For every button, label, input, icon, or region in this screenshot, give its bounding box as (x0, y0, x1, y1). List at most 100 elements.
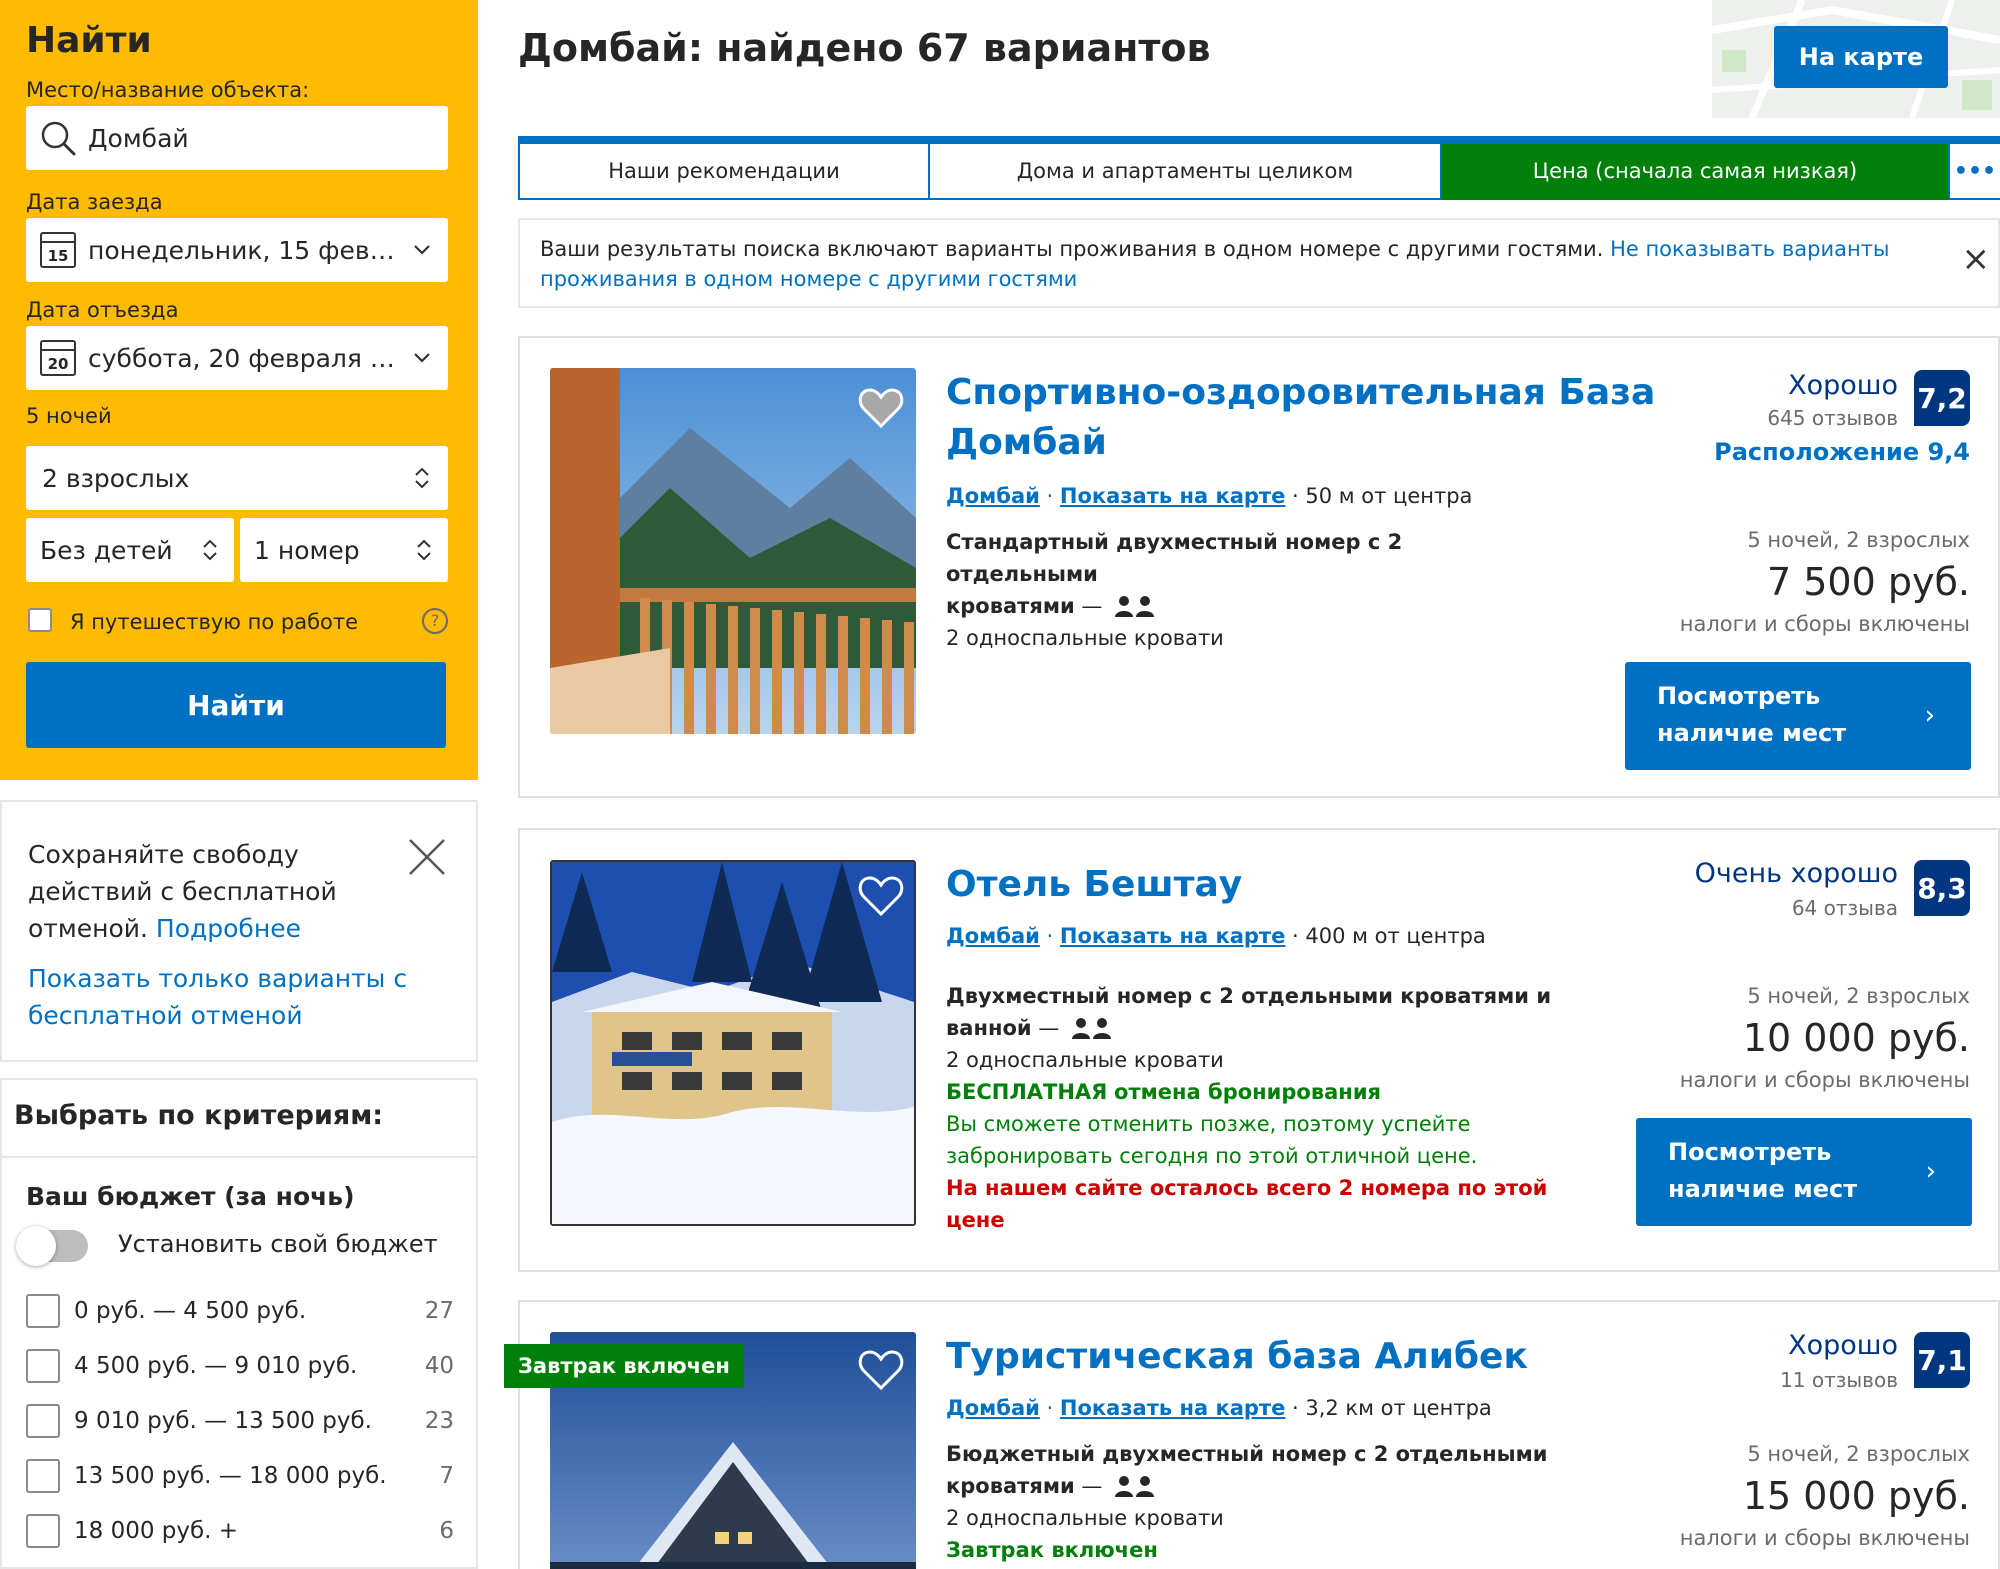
tax-note: налоги и сборы включены (1679, 1068, 1970, 1092)
review-score-word: Очень хорошо (1694, 858, 1898, 889)
checkin-label: Дата заезда (26, 190, 163, 214)
budget-range-label: 9 010 руб. — 13 500 руб. (74, 1408, 372, 1434)
budget-checkbox[interactable] (26, 1514, 60, 1548)
heart-icon[interactable] (856, 1344, 906, 1394)
budget-range-item[interactable]: 13 500 руб. — 18 000 руб. 7 (24, 1455, 454, 1510)
hotel-location: Домбай · Показать на карте · 3,2 км от ц… (946, 1396, 1492, 1420)
budget-checkbox[interactable] (26, 1459, 60, 1493)
room-name: Стандартный двухместный номер с 2 отдель… (946, 530, 1403, 586)
show-on-map-link[interactable]: Показать на карте (1060, 924, 1285, 948)
promo-more-link[interactable]: Подробнее (156, 914, 301, 943)
tab-price-lowest[interactable]: Цена (сначала самая низкая) (1442, 144, 1950, 200)
tab-whole-homes[interactable]: Дома и апартаменты целиком (930, 144, 1442, 200)
tab-recommended[interactable]: Наши рекомендации (520, 144, 930, 200)
search-submit-button[interactable]: Найти (26, 662, 446, 748)
distance-text: 50 м от центра (1305, 484, 1473, 508)
see-availability-button[interactable]: Посмотреть наличие мест › (1625, 662, 1971, 770)
close-icon[interactable]: × (1962, 242, 1991, 276)
budget-range-count: 6 (439, 1518, 454, 1544)
close-icon[interactable] (406, 836, 448, 878)
page-title: Домбай: найдено 67 вариантов (518, 26, 1211, 70)
beds-info: 2 односпальные кровати (946, 1048, 1224, 1072)
filters-panel: Выбрать по критериям: Ваш бюджет (за ноч… (0, 1078, 478, 1569)
shared-rooms-notice: Ваши результаты поиска включают варианты… (518, 218, 2000, 308)
hotel-card: Спортивно-оздоровительная База Домбай До… (518, 336, 2000, 798)
show-on-map-link[interactable]: Показать на карте (1060, 1396, 1285, 1420)
room-name: Двухместный номер с 2 отдельными кроватя… (946, 984, 1552, 1008)
budget-range-label: 18 000 руб. + (74, 1518, 239, 1544)
beds-info: 2 односпальные кровати (946, 626, 1224, 650)
custom-budget-label: Установить свой бюджет (118, 1230, 438, 1258)
show-on-map-button[interactable]: На карте (1774, 26, 1948, 88)
budget-range-list: 0 руб. — 4 500 руб. 27 4 500 руб. — 9 01… (24, 1290, 454, 1565)
notice-hide-link[interactable]: Не показывать (1610, 237, 1775, 261)
review-score-badge[interactable]: 7,1 (1914, 1332, 1970, 1388)
budget-checkbox[interactable] (26, 1349, 60, 1383)
rooms-value: 1 номер (254, 535, 360, 565)
tab-more[interactable]: ••• (1950, 144, 2000, 200)
price: 15 000 руб. (1742, 1474, 1970, 1518)
location-score: Расположение 9,4 (1714, 438, 1970, 466)
hotel-card: Завтрак включен Туристическая база Алибе… (504, 1300, 2000, 1569)
city-link[interactable]: Домбай (946, 924, 1040, 948)
updown-icon (415, 467, 429, 489)
search-box: Найти Место/название объекта: Домбай Дат… (0, 0, 478, 780)
city-link[interactable]: Домбай (946, 1396, 1040, 1420)
updown-icon (203, 539, 217, 561)
room-name-continued: кроватями (946, 1474, 1075, 1498)
price: 7 500 руб. (1767, 560, 1970, 604)
rooms-select[interactable]: 1 номер (240, 518, 448, 582)
room-name: Бюджетный двухместный номер с 2 отдельны… (946, 1442, 1548, 1466)
stay-summary: 5 ночей, 2 взрослых (1747, 984, 1970, 1008)
heart-icon[interactable] (856, 382, 906, 432)
calendar-icon: 20 (40, 340, 76, 376)
hotel-name[interactable]: Отель Бештау (946, 860, 1242, 910)
room-info: Двухместный номер с 2 отдельными кроватя… (946, 980, 1566, 1236)
two-persons-icon (1072, 1018, 1111, 1039)
notice-text: Ваши результаты поиска включают варианты… (540, 237, 1604, 261)
children-value: Без детей (40, 535, 173, 565)
custom-budget-toggle[interactable] (16, 1226, 88, 1266)
see-availability-button[interactable]: Посмотреть наличие мест › (1636, 1118, 1972, 1226)
business-trip-checkbox[interactable] (28, 608, 52, 632)
sort-tabs: Наши рекомендации Дома и апартаменты цел… (518, 136, 2000, 200)
scarcity-line-2: цене (946, 1208, 1005, 1232)
tax-note: налоги и сборы включены (1679, 1526, 1970, 1550)
tax-note: налоги и сборы включены (1679, 612, 1970, 636)
city-link[interactable]: Домбай (946, 484, 1040, 508)
children-select[interactable]: Без детей (26, 518, 234, 582)
divider (2, 1156, 476, 1158)
cancellation-note-line-2: забронировать сегодня по этой отличной ц… (946, 1144, 1478, 1168)
budget-range-item[interactable]: 0 руб. — 4 500 руб. 27 (24, 1290, 454, 1345)
search-title: Найти (26, 20, 152, 61)
hotel-name[interactable]: Спортивно-оздоровительная База Домбай (946, 368, 1655, 468)
checkout-field[interactable]: 20 суббота, 20 февраля 2... (26, 326, 448, 390)
checkout-value: суббота, 20 февраля 2... (88, 343, 408, 373)
free-cancel-filter-link[interactable]: Показать только варианты с бесплатной от… (28, 960, 418, 1034)
show-on-map-link[interactable]: Показать на карте (1060, 484, 1285, 508)
budget-checkbox[interactable] (26, 1404, 60, 1438)
chevron-right-icon: › (1924, 700, 1935, 731)
price: 10 000 руб. (1742, 1016, 1970, 1060)
review-score-word: Хорошо (1788, 1330, 1898, 1361)
help-icon[interactable]: ? (422, 608, 448, 634)
budget-range-item[interactable]: 18 000 руб. + 6 (24, 1510, 454, 1565)
budget-range-item[interactable]: 4 500 руб. — 9 010 руб. 40 (24, 1345, 454, 1400)
free-cancellation: БЕСПЛАТНАЯ отмена бронирования (946, 1080, 1382, 1104)
stay-summary: 5 ночей, 2 взрослых (1747, 1442, 1970, 1466)
hotel-name[interactable]: Туристическая база Алибек (946, 1332, 1528, 1382)
hotel-location: Домбай · Показать на карте · 400 м от це… (946, 924, 1486, 948)
promo-text-block: Сохраняйте свободу действий с бесплатной… (28, 836, 358, 947)
calendar-icon: 15 (40, 232, 76, 268)
heart-icon[interactable] (856, 870, 906, 920)
review-score-badge[interactable]: 7,2 (1914, 370, 1970, 426)
checkin-field[interactable]: 15 понедельник, 15 февра... (26, 218, 448, 282)
destination-input[interactable]: Домбай (26, 106, 448, 170)
budget-range-item[interactable]: 9 010 руб. — 13 500 руб. 23 (24, 1400, 454, 1455)
room-name-continued: кроватями (946, 594, 1075, 618)
budget-checkbox[interactable] (26, 1294, 60, 1328)
scarcity-line-1: На нашем сайте осталось всего 2 номера п… (946, 1176, 1548, 1200)
adults-select[interactable]: 2 взрослых (26, 446, 448, 510)
budget-range-count: 27 (424, 1298, 454, 1324)
review-score-badge[interactable]: 8,3 (1914, 860, 1970, 916)
